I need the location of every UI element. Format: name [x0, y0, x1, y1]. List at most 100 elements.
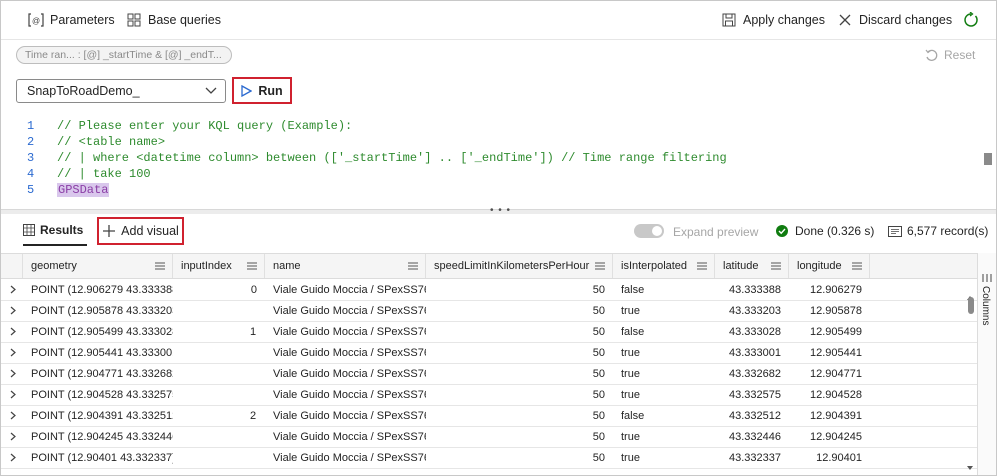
query-status: Done (0.326 s)	[776, 224, 874, 238]
chevron-right-icon[interactable]	[10, 432, 16, 441]
splitter-handle-icon[interactable]: • • •	[490, 205, 511, 216]
table-row[interactable]: POINT (12.904528 43.332575) Viale Guido …	[1, 384, 977, 406]
column-header-longitude[interactable]: longitude	[789, 254, 870, 278]
cell-isinterpolated: true	[621, 367, 640, 380]
refresh-button[interactable]	[963, 11, 985, 29]
expand-preview-label: Expand preview	[673, 225, 759, 239]
chevron-right-icon[interactable]	[10, 411, 16, 420]
cell-longitude: 12.90401	[816, 451, 862, 464]
columns-sidebar-label[interactable]: Columns	[980, 286, 991, 325]
chevron-right-icon[interactable]	[10, 369, 16, 378]
cell-speedlimit: 50	[592, 430, 605, 443]
parameters-button[interactable]: @ Parameters	[28, 11, 115, 29]
toggle-knob	[652, 226, 662, 236]
cell-longitude: 12.905878	[810, 304, 862, 317]
cell-isinterpolated: false	[621, 283, 645, 296]
query-select[interactable]: SnapToRoadDemo_	[16, 79, 226, 103]
cell-geometry: POINT (12.904771 43.332682)	[31, 367, 173, 380]
column-header-label: inputIndex	[181, 260, 232, 272]
reset-button[interactable]: Reset	[925, 48, 975, 62]
cell-latitude: 43.333388	[729, 283, 781, 296]
table-row[interactable]: POINT (12.904245 43.332446) Viale Guido …	[1, 426, 977, 448]
base-queries-button[interactable]: Base queries	[126, 11, 221, 29]
chevron-right-icon[interactable]	[10, 453, 16, 462]
column-menu-icon[interactable]	[247, 262, 257, 270]
tab-results[interactable]: Results	[23, 223, 83, 237]
check-circle-icon	[776, 225, 788, 237]
chevron-right-icon[interactable]	[10, 327, 16, 336]
cell-inputindex: 0	[250, 283, 257, 296]
cell-latitude: 43.332682	[729, 367, 781, 380]
cell-name: Viale Guido Moccia / SPexSS76	[273, 367, 426, 380]
add-visual-button[interactable]: Add visual	[97, 217, 184, 245]
cell-isinterpolated: false	[621, 409, 645, 422]
cell-latitude: 43.332446	[729, 430, 781, 443]
toolbar: @ Parameters Base queries Apply changes …	[1, 1, 996, 39]
cell-latitude: 43.332337	[729, 451, 781, 464]
records-icon	[888, 225, 902, 237]
editor-scrollbar[interactable]	[984, 153, 992, 165]
query-select-value: SnapToRoadDemo_	[27, 84, 140, 98]
column-menu-icon[interactable]	[852, 262, 862, 270]
results-grid: geometry inputIndex name speedLimitInKil…	[1, 253, 977, 475]
code-editor[interactable]: 1 // Please enter your KQL query (Exampl…	[1, 115, 996, 207]
cell-inputindex	[173, 447, 265, 468]
cell-longitude: 12.905499	[810, 325, 862, 338]
line-number: 4	[27, 167, 35, 181]
cell-isinterpolated: false	[621, 325, 645, 338]
table-row[interactable]: POINT (12.906279 43.333388) 0 Viale Guid…	[1, 279, 977, 301]
chevron-right-icon[interactable]	[10, 285, 16, 294]
cell-geometry: POINT (12.90401 43.332337)	[31, 451, 173, 464]
table-row[interactable]: POINT (12.904771 43.332682) Viale Guido …	[1, 363, 977, 385]
code-text: // <table name>	[57, 135, 166, 149]
code-text: // | where <datetime column> between (['…	[57, 151, 727, 165]
cell-longitude: 12.904528	[810, 388, 862, 401]
table-row[interactable]: POINT (12.905878 43.333203) Viale Guido …	[1, 300, 977, 322]
column-header-inputindex[interactable]: inputIndex	[173, 254, 265, 278]
discard-changes-button[interactable]: Discard changes	[837, 11, 952, 29]
cell-speedlimit: 50	[592, 304, 605, 317]
table-row[interactable]: POINT (12.904391 43.332512) 2 Viale Guid…	[1, 405, 977, 427]
record-count: 6,577 record(s)	[888, 224, 988, 238]
run-button[interactable]: Run	[232, 77, 292, 104]
column-menu-icon[interactable]	[155, 262, 165, 270]
cell-latitude: 43.333203	[729, 304, 781, 317]
table-row[interactable]: POINT (12.905441 43.333001) Viale Guido …	[1, 342, 977, 364]
line-number: 1	[27, 119, 35, 133]
code-text: // Please enter your KQL query (Example)…	[57, 119, 353, 133]
line-number: 3	[27, 151, 35, 165]
cell-geometry: POINT (12.904245 43.332446)	[31, 430, 173, 443]
apply-changes-button[interactable]: Apply changes	[721, 11, 825, 29]
code-text-highlighted: GPSData	[57, 183, 110, 197]
column-header-isinterpolated[interactable]: isInterpolated	[613, 254, 715, 278]
chevron-right-icon[interactable]	[10, 306, 16, 315]
column-menu-icon[interactable]	[408, 262, 418, 270]
expand-preview-toggle[interactable]	[634, 224, 664, 238]
cell-name: Viale Guido Moccia / SPexSS76	[273, 325, 426, 338]
column-header-geometry[interactable]: geometry	[23, 254, 173, 278]
column-menu-icon[interactable]	[771, 262, 781, 270]
cell-inputindex	[173, 384, 265, 405]
cell-speedlimit: 50	[592, 409, 605, 422]
cell-isinterpolated: true	[621, 388, 640, 401]
column-header-label: latitude	[723, 260, 759, 272]
cell-geometry: POINT (12.904391 43.332512)	[31, 409, 173, 422]
column-menu-icon[interactable]	[697, 262, 707, 270]
code-line: 2 // <table name>	[1, 135, 981, 151]
grid-scrollbar-thumb[interactable]	[968, 297, 974, 314]
column-header-latitude[interactable]: latitude	[715, 254, 789, 278]
column-header-name[interactable]: name	[265, 254, 426, 278]
time-range-parameter-pill[interactable]: Time ran... : [@] _startTime & [@] _endT…	[16, 46, 232, 64]
cell-speedlimit: 50	[592, 367, 605, 380]
column-header-speedlimit[interactable]: speedLimitInKilometersPerHour	[426, 254, 613, 278]
chevron-right-icon[interactable]	[10, 390, 16, 399]
table-row[interactable]: POINT (12.90401 43.332337) Viale Guido M…	[1, 447, 977, 469]
table-row[interactable]: POINT (12.905499 43.333028) 1 Viale Guid…	[1, 321, 977, 343]
grid-scrollbar[interactable]	[965, 293, 975, 473]
code-line: 4 // | take 100	[1, 167, 981, 183]
chevron-right-icon[interactable]	[10, 348, 16, 357]
cell-longitude: 12.904391	[810, 409, 862, 422]
column-menu-icon[interactable]	[595, 262, 605, 270]
query-editor-window: @ Parameters Base queries Apply changes …	[0, 0, 997, 476]
cell-latitude: 43.332512	[729, 409, 781, 422]
